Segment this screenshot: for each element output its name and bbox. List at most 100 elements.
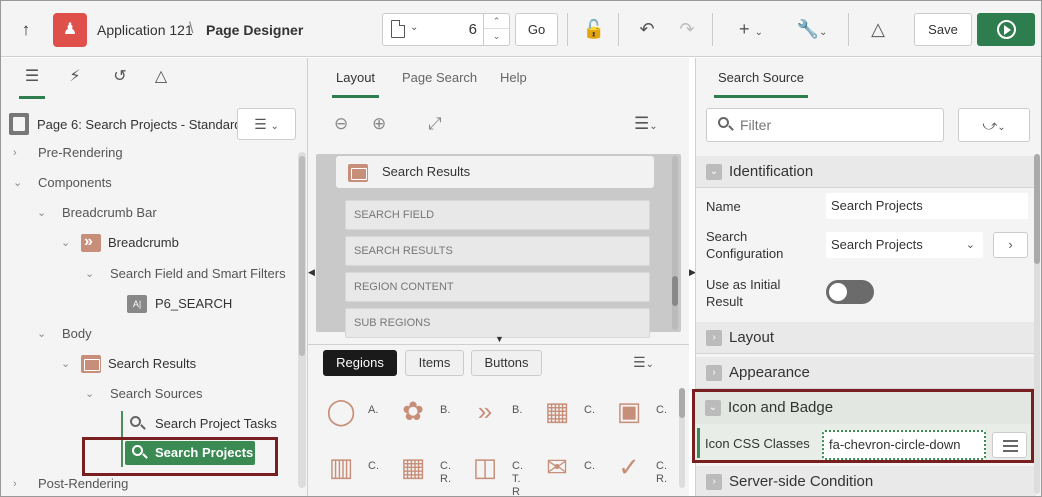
- gallery-item[interactable]: ▦ C. R.: [396, 450, 456, 490]
- chart-icon: ▥: [328, 452, 354, 482]
- chevron-down-icon[interactable]: ⌄: [13, 169, 22, 197]
- arrow-up-icon[interactable]: ↑: [15, 19, 37, 41]
- splitter-down-icon[interactable]: ▼: [495, 334, 504, 344]
- text-field-item-icon: A|: [127, 295, 147, 313]
- gallery-item[interactable]: ▣ C.: [612, 394, 672, 434]
- page-title[interactable]: Page 6: Search Projects - Standard: [37, 117, 242, 132]
- gallery-tab-regions[interactable]: Regions: [323, 350, 397, 376]
- page-selector[interactable]: ⌄ 6 ⌃ ⌄: [382, 13, 510, 46]
- tree-node-search-sources[interactable]: ⌄ Search Sources: [85, 380, 203, 408]
- layout-region-search-results[interactable]: Search Results: [336, 156, 654, 188]
- icon-css-classes-label: Icon CSS Classes: [705, 436, 810, 451]
- chevron-down-icon[interactable]: ⌄: [61, 350, 70, 378]
- chevron-right-icon[interactable]: ›: [706, 365, 722, 381]
- tree-node-breadcrumb-bar[interactable]: ⌄ Breadcrumb Bar: [37, 199, 157, 227]
- icon-picker-button[interactable]: [992, 432, 1027, 458]
- chevron-down-icon[interactable]: ⌄: [85, 380, 94, 408]
- go-button[interactable]: Go: [515, 13, 558, 46]
- chevron-down-icon[interactable]: ⌄: [706, 164, 722, 180]
- name-field[interactable]: Search Projects: [826, 193, 1028, 219]
- expand-icon[interactable]: ⤢: [428, 114, 442, 134]
- chevron-down-icon[interactable]: ⌄: [410, 22, 418, 33]
- column-toggle-icon: ◫: [472, 452, 498, 482]
- layout-slot-search-results[interactable]: SEARCH RESULTS: [345, 236, 650, 266]
- tree-node-pre-rendering[interactable]: › Pre-Rendering: [13, 139, 123, 167]
- tree-scrollbar[interactable]: [298, 152, 306, 488]
- collapse-left-icon[interactable]: ◀: [308, 267, 315, 278]
- tree-node-body[interactable]: ⌄ Body: [37, 320, 92, 348]
- unlock-icon[interactable]: 🔓: [582, 15, 606, 43]
- save-button[interactable]: Save: [914, 13, 972, 46]
- gallery-item[interactable]: ◫ C. T. R: [468, 450, 528, 496]
- undo-icon[interactable]: ↶: [635, 15, 659, 43]
- section-server-side-condition[interactable]: › Server-side Condition: [696, 466, 1036, 496]
- tab-page-search[interactable]: Page Search: [402, 70, 477, 85]
- icon-css-classes-input[interactable]: fa-chevron-circle-down: [822, 430, 986, 460]
- gallery-menu-icon[interactable]: ☰⌄: [633, 354, 654, 371]
- gallery-scrollbar[interactable]: [679, 388, 685, 488]
- redo-icon[interactable]: ↷: [675, 15, 699, 43]
- gallery-item[interactable]: » B.: [468, 394, 528, 434]
- tab-search-source[interactable]: Search Source: [714, 70, 808, 98]
- tree-node-search-field-filters[interactable]: ⌄ Search Field and Smart Filters: [85, 260, 286, 288]
- zoom-in-icon[interactable]: ⊕: [372, 114, 386, 134]
- section-identification[interactable]: ⌄ Identification: [696, 156, 1036, 188]
- gallery-item[interactable]: ▥ C.: [324, 450, 384, 490]
- tree-node-p6-search[interactable]: A| P6_SEARCH: [127, 290, 232, 318]
- tree-node-breadcrumb[interactable]: ⌄ Breadcrumb: [61, 228, 179, 257]
- chevron-down-icon[interactable]: ⌄: [61, 229, 70, 257]
- layout-slot-region-content[interactable]: REGION CONTENT: [345, 272, 650, 302]
- gallery-item[interactable]: ✉ C.: [540, 450, 600, 490]
- page-number-stepper[interactable]: ⌃ ⌄: [483, 14, 509, 45]
- tab-layout[interactable]: Layout: [331, 70, 380, 98]
- shared-components-icon[interactable]: △: [865, 15, 891, 43]
- user-avatar-icon: ◯: [326, 396, 356, 426]
- gallery-item[interactable]: ✿ B.: [396, 394, 456, 434]
- chevron-right-icon[interactable]: ›: [13, 470, 17, 496]
- layout-scrollbar[interactable]: [672, 156, 678, 330]
- chevron-down-icon[interactable]: ⌄: [37, 199, 46, 227]
- chevron-down-icon[interactable]: ⌄: [705, 400, 721, 416]
- gallery-item[interactable]: ✓ C. R.: [612, 450, 672, 490]
- search-configuration-go-button[interactable]: ›: [993, 232, 1028, 258]
- tab-help[interactable]: Help: [500, 70, 527, 85]
- zoom-out-icon[interactable]: ⊖: [334, 114, 348, 134]
- run-page-button[interactable]: [977, 13, 1035, 46]
- utilities-wrench-icon[interactable]: 🔧⌄: [790, 15, 834, 43]
- tree-node-search-project-tasks[interactable]: Search Project Tasks: [127, 410, 277, 438]
- tree-menu-button[interactable]: ☰ ⌄: [237, 108, 296, 140]
- processing-tab-icon[interactable]: ↺: [109, 66, 131, 88]
- chevron-right-icon[interactable]: ›: [706, 474, 722, 490]
- rendering-tab-icon[interactable]: ☰: [19, 66, 45, 99]
- section-layout[interactable]: › Layout: [696, 322, 1036, 354]
- chevron-down-icon[interactable]: ⌄: [37, 320, 46, 348]
- property-editor-panel: Search Source Filter ⤻⌄ ⌄ Identification…: [692, 58, 1041, 496]
- breadcrumb-app[interactable]: Application 121: [97, 22, 193, 38]
- go-to-group-button[interactable]: ⤻⌄: [958, 108, 1030, 142]
- section-icon-and-badge-highlight: ⌄ Icon and Badge Icon CSS Classes fa-che…: [692, 389, 1034, 463]
- chevron-down-icon[interactable]: ⌄: [85, 260, 94, 288]
- gallery-item[interactable]: ◯ A.: [324, 394, 384, 434]
- chevron-right-icon[interactable]: ›: [13, 139, 17, 167]
- chevron-down-icon[interactable]: ⌄: [484, 29, 509, 44]
- section-appearance[interactable]: › Appearance: [696, 357, 1036, 389]
- header-toolbar: ↑ ♟ Application 121 \ Page Designer ⌄ 6 …: [1, 1, 1041, 57]
- app-logo-icon[interactable]: ♟: [53, 13, 87, 47]
- gallery-tab-items[interactable]: Items: [405, 350, 464, 376]
- initial-result-toggle[interactable]: [826, 280, 874, 304]
- layout-slot-search-field[interactable]: SEARCH FIELD: [345, 200, 650, 230]
- search-configuration-select[interactable]: Search Projects ⌄: [826, 232, 983, 258]
- gallery-tab-buttons[interactable]: Buttons: [471, 350, 542, 376]
- create-menu-icon[interactable]: + ⌄: [731, 15, 771, 43]
- tree-node-components[interactable]: ⌄ Components: [13, 169, 112, 197]
- tree-node-search-results[interactable]: ⌄ Search Results: [61, 350, 196, 378]
- dynamic-actions-tab-icon[interactable]: ⚡: [64, 66, 86, 88]
- shared-components-tab-icon[interactable]: △: [150, 66, 172, 88]
- section-icon-and-badge[interactable]: ⌄ Icon and Badge: [695, 392, 1031, 424]
- property-scrollbar[interactable]: [1034, 154, 1040, 494]
- layout-menu-icon[interactable]: ☰⌄: [634, 114, 658, 134]
- filter-input[interactable]: Filter: [706, 108, 944, 142]
- chevron-right-icon[interactable]: ›: [706, 330, 722, 346]
- chevron-up-icon[interactable]: ⌃: [484, 14, 509, 29]
- gallery-item[interactable]: ▦ C.: [540, 394, 600, 434]
